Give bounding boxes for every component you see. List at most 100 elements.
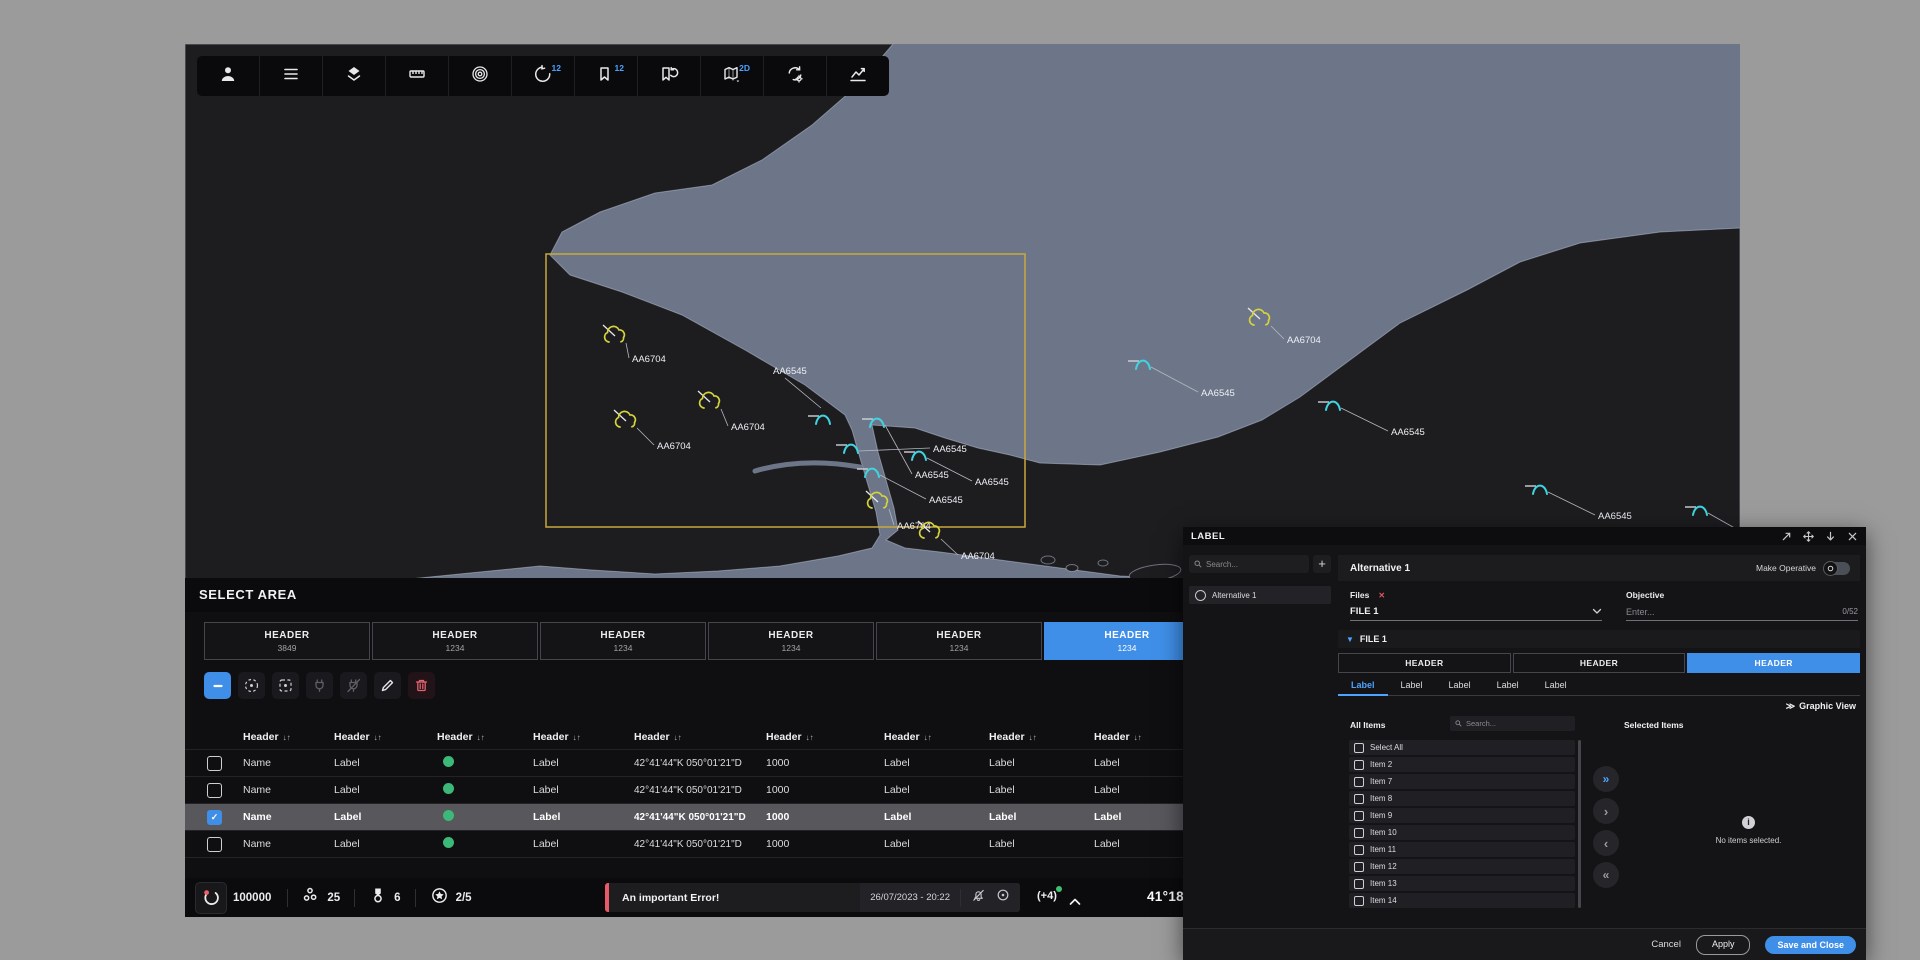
row-checkbox[interactable] <box>207 783 222 798</box>
column-header[interactable]: Header↓↑ <box>634 727 766 745</box>
file-section-tab-1[interactable]: HEADER <box>1338 653 1511 673</box>
column-header[interactable]: Header↓↑ <box>533 727 634 745</box>
item-row[interactable]: Item 13 <box>1349 876 1575 891</box>
row-checkbox[interactable] <box>207 756 222 771</box>
item-checkbox[interactable] <box>1354 896 1364 906</box>
layers-button[interactable] <box>323 56 386 96</box>
item-checkbox[interactable] <box>1354 862 1364 872</box>
user-button[interactable] <box>197 56 260 96</box>
list-scrollbar[interactable] <box>1578 740 1581 908</box>
objective-input[interactable]: Enter... 0/52 <box>1626 603 1858 621</box>
sort-icon[interactable]: ↓↑ <box>674 733 682 742</box>
clear-file-icon[interactable]: ✕ <box>1378 591 1385 600</box>
map-2d-button[interactable]: 2D <box>701 56 764 96</box>
add-alternative-button[interactable]: + <box>1313 555 1331 573</box>
edit-button[interactable] <box>374 672 401 699</box>
move-all-left-button[interactable]: « <box>1593 862 1619 888</box>
delete-button[interactable] <box>408 672 435 699</box>
disconnect-button[interactable] <box>340 672 367 699</box>
sort-icon[interactable]: ↓↑ <box>806 733 814 742</box>
item-checkbox[interactable] <box>1354 845 1364 855</box>
radar-button[interactable] <box>449 56 512 96</box>
file-section-tab-2[interactable]: HEADER <box>1513 653 1686 673</box>
file-section-collapse[interactable]: ▼ FILE 1 <box>1338 630 1860 648</box>
dialog-titlebar[interactable]: LABEL <box>1183 527 1866 545</box>
settings-target-icon[interactable] <box>996 888 1010 907</box>
resize-icon[interactable] <box>1781 531 1792 542</box>
sort-icon[interactable]: ↓↑ <box>1029 733 1037 742</box>
file-section-subtab-3[interactable]: Label <box>1436 678 1484 695</box>
bookmark-12-button[interactable]: 12 <box>575 56 638 96</box>
error-banner[interactable]: An important Error! 26/07/2023 - 20:22 <box>605 883 1020 912</box>
bookmark-refresh-button[interactable] <box>638 56 701 96</box>
file-section-subtab-5[interactable]: Label <box>1532 678 1580 695</box>
ruler-button[interactable] <box>386 56 449 96</box>
menu-button[interactable] <box>260 56 323 96</box>
sort-icon[interactable]: ↓↑ <box>573 733 581 742</box>
sync-settings-button[interactable] <box>764 56 827 96</box>
clock-12-button[interactable]: 12 <box>512 56 575 96</box>
sort-icon[interactable]: ↓↑ <box>1134 733 1142 742</box>
file-section-tab-3[interactable]: HEADER <box>1687 653 1860 673</box>
alternatives-search-input[interactable]: Search... <box>1189 555 1309 573</box>
expand-caret-icon[interactable] <box>1069 893 1081 911</box>
item-row[interactable]: Item 7 <box>1349 774 1575 789</box>
move-right-button[interactable]: › <box>1593 798 1619 824</box>
item-row[interactable]: Select All <box>1349 740 1575 755</box>
item-checkbox[interactable] <box>1354 811 1364 821</box>
item-checkbox[interactable] <box>1354 760 1364 770</box>
column-header[interactable]: Header↓↑ <box>884 727 989 745</box>
notifications-muted-icon[interactable] <box>971 888 986 908</box>
file-section-subtab-2[interactable]: Label <box>1388 678 1436 695</box>
alternative-list-item[interactable]: Alternative 1 <box>1189 586 1331 604</box>
item-checkbox[interactable] <box>1354 777 1364 787</box>
item-row[interactable]: Item 14 <box>1349 893 1575 908</box>
select-area-tab-4[interactable]: HEADER1234 <box>708 622 874 660</box>
apply-button[interactable]: Apply <box>1696 935 1751 955</box>
column-header[interactable]: Header↓↑ <box>989 727 1094 745</box>
item-row[interactable]: Item 10 <box>1349 825 1575 840</box>
file-select[interactable]: FILE 1 <box>1350 603 1602 621</box>
column-header[interactable]: Header↓↑ <box>437 727 533 745</box>
multi-select-toggle-button[interactable] <box>204 672 231 699</box>
sort-icon[interactable]: ↓↑ <box>924 733 932 742</box>
column-header[interactable]: Header↓↑ <box>243 727 334 745</box>
select-area-tab-2[interactable]: HEADER1234 <box>372 622 538 660</box>
target-button[interactable] <box>238 672 265 699</box>
sort-icon[interactable]: ↓↑ <box>374 733 382 742</box>
sort-icon[interactable]: ↓↑ <box>477 733 485 742</box>
save-and-close-button[interactable]: Save and Close <box>1765 936 1856 954</box>
item-row[interactable]: Item 9 <box>1349 808 1575 823</box>
minimize-icon[interactable] <box>1825 531 1836 542</box>
chart-button[interactable] <box>827 56 889 96</box>
item-row[interactable]: Item 8 <box>1349 791 1575 806</box>
item-row[interactable]: Item 2 <box>1349 757 1575 772</box>
make-operative-toggle[interactable] <box>1824 562 1850 575</box>
close-icon[interactable] <box>1847 531 1858 542</box>
row-checkbox[interactable] <box>207 837 222 852</box>
select-area-tab-3[interactable]: HEADER1234 <box>540 622 706 660</box>
session-loader-box[interactable] <box>195 882 227 914</box>
hidden-layers-badge[interactable]: (+4) <box>1037 890 1057 902</box>
column-header[interactable]: Header↓↑ <box>334 727 437 745</box>
item-row[interactable]: Item 12 <box>1349 859 1575 874</box>
move-icon[interactable] <box>1803 531 1814 542</box>
file-section-subtab-1[interactable]: Label <box>1338 678 1388 696</box>
items-search-input[interactable]: Search... <box>1450 716 1575 731</box>
item-row[interactable]: Item 11 <box>1349 842 1575 857</box>
item-checkbox[interactable] <box>1354 879 1364 889</box>
item-checkbox[interactable] <box>1354 828 1364 838</box>
move-all-right-button[interactable]: » <box>1593 766 1619 792</box>
move-left-button[interactable]: ‹ <box>1593 830 1619 856</box>
item-checkbox[interactable] <box>1354 794 1364 804</box>
select-area-tab-5[interactable]: HEADER1234 <box>876 622 1042 660</box>
sort-icon[interactable]: ↓↑ <box>283 733 291 742</box>
item-checkbox[interactable] <box>1354 743 1364 753</box>
graphic-view-link[interactable]: ≫ Graphic View <box>1338 698 1860 714</box>
select-area-tab-1[interactable]: HEADER3849 <box>204 622 370 660</box>
cancel-button[interactable]: Cancel <box>1651 939 1681 950</box>
column-header[interactable]: Header↓↑ <box>766 727 884 745</box>
focus-button[interactable] <box>272 672 299 699</box>
row-checkbox[interactable]: ✓ <box>207 810 222 825</box>
file-section-subtab-4[interactable]: Label <box>1484 678 1532 695</box>
